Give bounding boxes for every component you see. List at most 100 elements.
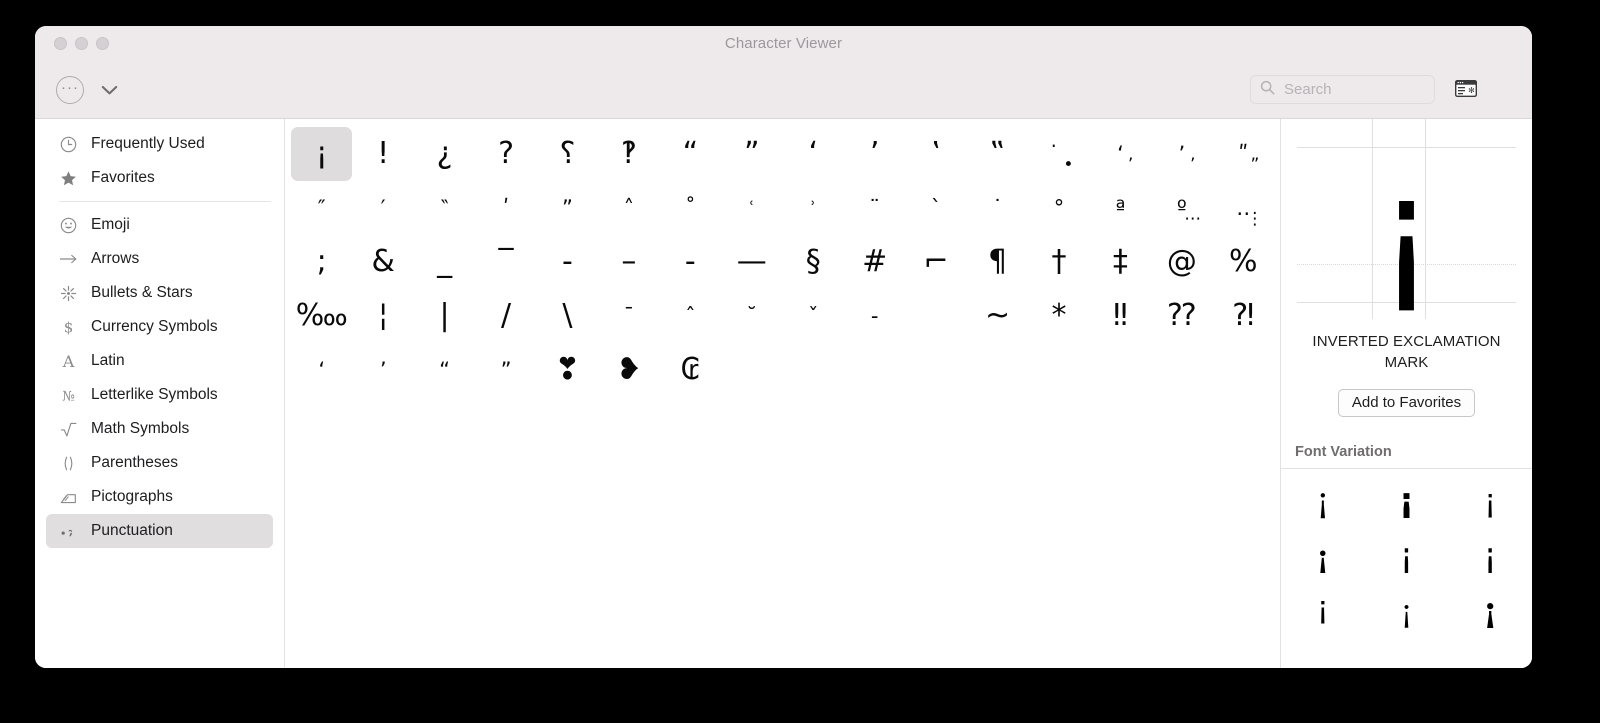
character-cell[interactable]: ❥ xyxy=(598,343,659,397)
font-variation-cell[interactable]: ¡ xyxy=(1281,528,1365,583)
font-variation-cell[interactable]: ¡ xyxy=(1448,473,1532,528)
sidebar-item-currency-symbols[interactable]: $ Currency Symbols xyxy=(46,310,273,344)
character-cell[interactable]: ⁈ xyxy=(1213,289,1274,343)
sidebar-item-math-symbols[interactable]: Math Symbols xyxy=(46,412,273,446)
character-cell[interactable]: ‾ xyxy=(475,235,536,289)
sidebar-item-letterlike-symbols[interactable]: № Letterlike Symbols xyxy=(46,378,273,412)
character-cell[interactable]: % xyxy=(1213,235,1274,289)
character-cell[interactable]: ! xyxy=(352,127,413,181)
sidebar-item-parentheses[interactable]: Parentheses xyxy=(46,446,273,480)
sidebar-item-emoji[interactable]: Emoji xyxy=(46,208,273,242)
sidebar-item-punctuation[interactable]: Punctuation xyxy=(46,514,273,548)
character-cell[interactable]: ˚ xyxy=(660,181,721,235)
character-cell[interactable]: ~ xyxy=(967,289,1028,343)
character-cell[interactable]: ­ xyxy=(905,289,966,343)
character-cell[interactable]: # xyxy=(844,235,905,289)
character-cell[interactable]: – xyxy=(598,235,659,289)
character-cell[interactable]: ⋮ xyxy=(1224,211,1280,228)
more-options-icon[interactable]: ··· xyxy=(56,76,84,104)
font-variation-cell[interactable]: ¡ xyxy=(1365,528,1449,583)
character-cell[interactable]: ❣ xyxy=(537,343,598,397)
character-cell[interactable]: ‽ xyxy=(598,127,659,181)
character-cell[interactable]: ` xyxy=(905,181,966,235)
character-cell[interactable]: ˮ xyxy=(537,181,598,235)
character-cell[interactable]: \ xyxy=(537,289,598,343)
font-variation-cell[interactable]: ¡ xyxy=(1365,473,1449,528)
character-cell[interactable]: - xyxy=(844,289,905,343)
character-cell[interactable]: * xyxy=(1028,289,1089,343)
character-cell[interactable]: ¯ xyxy=(598,289,659,343)
character-cell[interactable]: † xyxy=(1028,235,1089,289)
character-cell[interactable]: ₢ xyxy=(660,343,721,397)
character-cell[interactable]: ″ xyxy=(291,181,352,235)
character-cell[interactable]: ’ xyxy=(352,343,413,397)
character-cell[interactable]: ⁇ xyxy=(1151,289,1212,343)
character-cell[interactable]: ? xyxy=(475,127,536,181)
character-cell[interactable]: ˆ xyxy=(660,289,721,343)
sidebar-item-label: Parentheses xyxy=(91,454,179,471)
sidebar-item-arrows[interactable]: Arrows xyxy=(46,242,273,276)
character-cell[interactable]: ¿ xyxy=(414,127,475,181)
character-cell[interactable]: ° xyxy=(1028,181,1089,235)
character-cell[interactable]: ¡ xyxy=(291,127,353,181)
character-cell[interactable]: ‑ xyxy=(660,235,721,289)
character-cell[interactable]: “ xyxy=(660,127,721,181)
character-cell[interactable]: ’ xyxy=(1162,157,1224,174)
character-cell[interactable]: ¦ xyxy=(352,289,413,343)
character-cell[interactable]: ˄ xyxy=(598,181,659,235)
character-cell[interactable]: ⋯ xyxy=(1162,211,1224,228)
category-sidebar: Frequently Used Favorites Emoji Arrows Bulle… xyxy=(35,119,285,668)
character-cell[interactable]: ” xyxy=(721,127,782,181)
character-cell[interactable]: ¨ xyxy=(844,181,905,235)
character-cell[interactable]: ¶ xyxy=(967,235,1028,289)
character-cell[interactable]: ‶ xyxy=(414,181,475,235)
character-cell[interactable]: ” xyxy=(1224,157,1280,174)
sidebar-item-latin[interactable]: A Latin xyxy=(46,344,273,378)
font-variation-cell[interactable]: ¡ xyxy=(1281,473,1365,528)
character-cell[interactable]: ‐ xyxy=(537,235,598,289)
character-cell[interactable]: ” xyxy=(475,343,536,397)
character-cell[interactable]: “ xyxy=(414,343,475,397)
character-cell[interactable]: ʿ xyxy=(721,181,782,235)
character-cell[interactable]: _ xyxy=(414,235,475,289)
character-cell[interactable]: | xyxy=(414,289,475,343)
chevron-down-icon[interactable] xyxy=(96,79,122,101)
character-cell[interactable]: ˙ xyxy=(967,181,1028,235)
character-cell[interactable]: ’ xyxy=(1099,157,1161,174)
character-cell[interactable]: ª xyxy=(1090,181,1151,235)
sidebar-item-pictographs[interactable]: Pictographs xyxy=(46,480,273,514)
character-cell[interactable]: ˇ xyxy=(783,289,844,343)
font-variation-cell[interactable]: ¡ xyxy=(1281,583,1365,638)
character-cell[interactable]: ‛ xyxy=(905,127,966,181)
character-cell[interactable]: ʾ xyxy=(783,181,844,235)
character-cell[interactable]: ⌐ xyxy=(905,235,966,289)
character-cell[interactable]: @ xyxy=(1151,235,1212,289)
character-cell[interactable]: & xyxy=(352,235,413,289)
character-cell[interactable]: ‱ xyxy=(291,289,352,343)
font-variation-cell[interactable]: ¡ xyxy=(1365,583,1449,638)
character-cell[interactable]: ’ xyxy=(844,127,905,181)
character-cell[interactable]: ; xyxy=(291,235,352,289)
character-cell[interactable]: • xyxy=(1037,157,1099,174)
font-variation-cell[interactable]: ¡ xyxy=(1448,583,1532,638)
sidebar-item-frequently-used[interactable]: Frequently Used xyxy=(46,127,273,161)
search-input[interactable]: Search xyxy=(1250,75,1435,104)
character-cell[interactable]: ⸮ xyxy=(537,127,598,181)
character-cell[interactable]: ′ xyxy=(352,181,413,235)
character-cell[interactable]: ‟ xyxy=(967,127,1028,181)
font-variation-cell[interactable]: ¡ xyxy=(1448,528,1532,583)
add-to-favorites-button[interactable]: Add to Favorites xyxy=(1337,389,1476,417)
character-cell[interactable]: § xyxy=(783,235,844,289)
character-cell[interactable]: ‘ xyxy=(291,343,352,397)
character-cell[interactable]: ʹ xyxy=(475,181,536,235)
character-cell[interactable]: — xyxy=(721,235,782,289)
character-cell[interactable]: ‘ xyxy=(783,127,844,181)
character-cell[interactable]: ˘ xyxy=(721,289,782,343)
character-cell[interactable]: / xyxy=(475,289,536,343)
character-cell[interactable]: ‡ xyxy=(1090,235,1151,289)
character-cell[interactable]: ‼ xyxy=(1090,289,1151,343)
sidebar-item-bullets-stars[interactable]: Bullets & Stars xyxy=(46,276,273,310)
sidebar-item-favorites[interactable]: Favorites xyxy=(46,161,273,195)
character-cell-empty xyxy=(844,343,905,397)
character-viewer-panel-icon[interactable]: ✻ xyxy=(1454,79,1478,98)
